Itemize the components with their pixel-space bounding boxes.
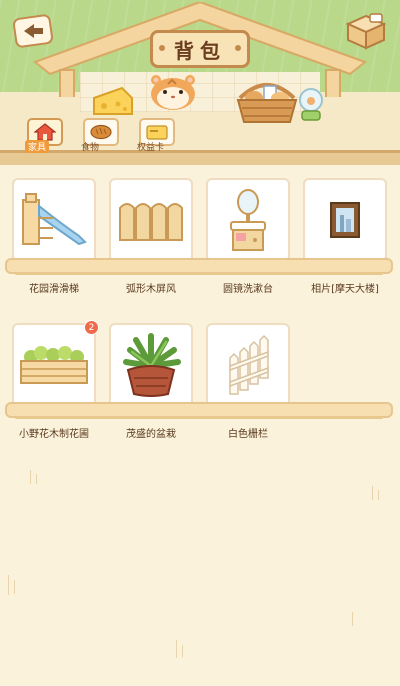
grass-stroke [176,640,177,658]
grass-stroke [182,645,183,657]
screen-icon [119,203,183,241]
back-button[interactable] [12,14,54,48]
item-frame [206,323,290,407]
item-name: 弧形木屏风 [126,284,176,295]
item-name: 白色栅栏 [228,429,268,440]
item-frame [109,178,193,262]
box-icon [345,13,387,50]
floor [0,150,400,165]
slide-icon [22,193,87,246]
photo-frame-icon [330,202,360,238]
card-icon [146,125,168,140]
vanity-icon [230,189,266,251]
potted-plant-icon [123,333,181,397]
hamster-icon [151,75,195,110]
header-scene: 背包 家具 食物 权益卡 [0,0,400,165]
grass-stroke [36,474,37,484]
grass-stroke [30,470,31,484]
grass-stroke [372,486,373,500]
shelf [5,402,393,419]
item-count-badge: 2 [84,320,99,335]
tab-food[interactable]: 食物 [81,118,121,153]
bread-icon [90,124,112,140]
grass-stroke [8,575,9,595]
back-arrow-icon [13,14,53,48]
item-frame [303,178,387,262]
item-frame [12,178,96,262]
item-name: 小野花木制花圃 [19,429,89,440]
snow-globe-icon [299,88,323,121]
item-frame: 2 [12,320,99,407]
item-frame [109,323,193,407]
item-name: 圆镜洗漱台 [223,284,273,295]
inventory-item[interactable]: 圆镜洗漱台 [206,178,290,295]
item-frame [206,178,290,262]
inventory-item[interactable]: 相片[摩天大楼] [303,178,387,295]
grass-stroke [378,490,379,500]
storage-box-button[interactable] [342,10,390,50]
shelf [5,258,393,275]
flower-bed-icon [20,346,88,384]
category-tabs: 家具 食物 权益卡 [25,118,177,153]
grass-stroke [14,580,15,594]
tab-food-label: 食物 [81,143,100,153]
fence-icon [229,334,269,395]
tab-benefit-card-label: 权益卡 [137,143,165,153]
page-title: 背包 [150,30,250,68]
inventory-item[interactable]: 2 小野花木制花圃 [12,320,99,440]
inventory-item[interactable]: 花园滑滑梯 [12,178,96,295]
inventory-item[interactable]: 白色栅栏 [206,323,290,440]
item-name: 相片[摩天大楼] [311,284,379,295]
item-name: 花园滑滑梯 [29,284,79,295]
house-icon [34,123,56,141]
tab-benefit-card[interactable]: 权益卡 [137,118,177,153]
bread-basket-icon [236,83,298,123]
tab-furniture[interactable]: 家具 [25,118,65,153]
grass-stroke [352,612,353,626]
cheese-icon [93,86,133,115]
tab-furniture-label: 家具 [25,140,50,153]
inventory-item[interactable]: 弧形木屏风 [109,178,193,295]
inventory-item[interactable]: 茂盛的盆栽 [109,323,193,440]
item-name: 茂盛的盆栽 [126,429,176,440]
